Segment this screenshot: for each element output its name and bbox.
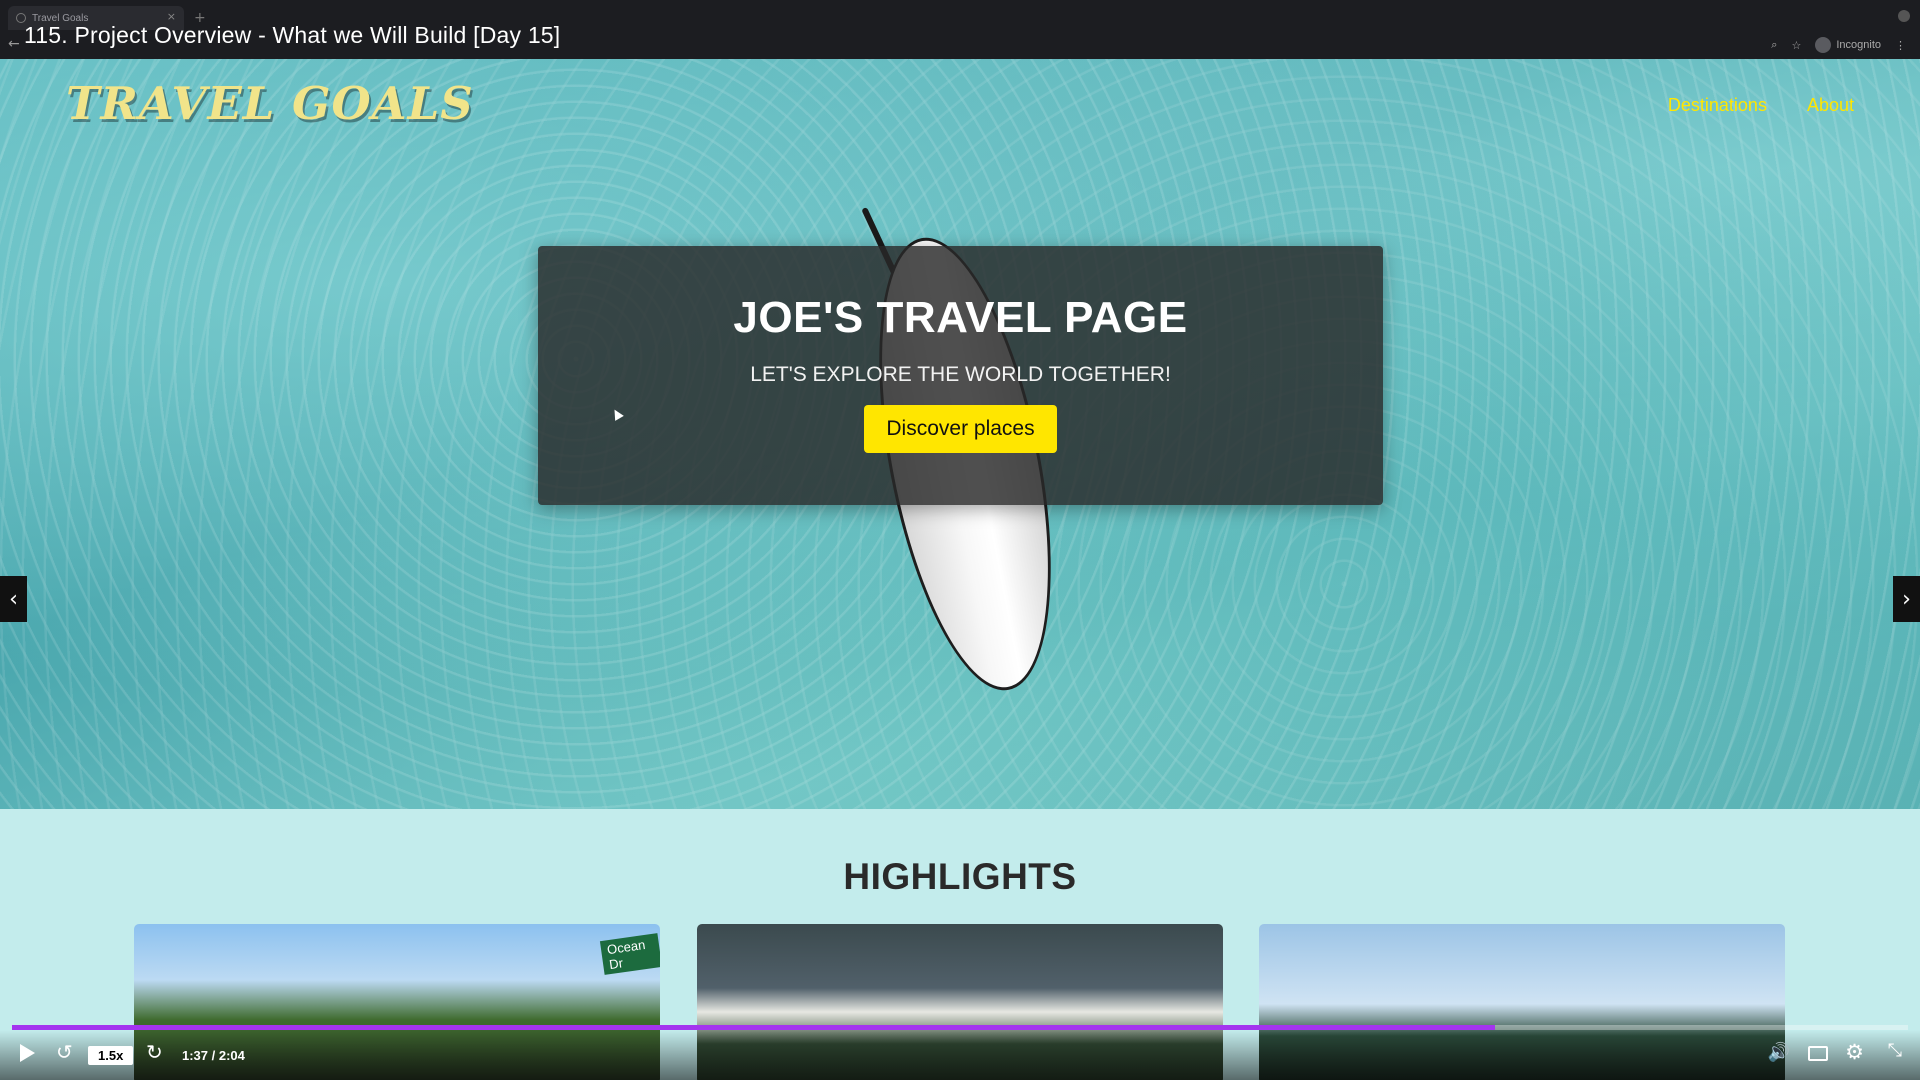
- video-title: 115. Project Overview - What we Will Bui…: [24, 22, 561, 48]
- menu-icon[interactable]: ⋮: [1895, 39, 1906, 52]
- star-icon[interactable]: ☆: [1791, 39, 1801, 52]
- playback-speed-button[interactable]: 1.5x: [88, 1046, 134, 1065]
- hero-title: JOE'S TRAVEL PAGE: [733, 293, 1188, 342]
- back-arrow-icon[interactable]: ←: [8, 36, 20, 52]
- rewind-icon[interactable]: ↺: [56, 1040, 73, 1065]
- settings-icon[interactable]: ⚙: [1845, 1040, 1864, 1065]
- play-icon[interactable]: [20, 1044, 35, 1062]
- hero-subtitle: LET'S EXPLORE THE WORLD TOGETHER!: [750, 363, 1171, 386]
- video-controls: ↺ 1.5x ↻ 1:37 / 2:04 🔊 ⚙ ⤡: [0, 1030, 1920, 1080]
- incognito-icon: [1815, 37, 1832, 53]
- browser-toolbar-right: ⌕ ☆ Incognito ⋮: [1771, 37, 1906, 53]
- zoom-icon[interactable]: ⌕: [1771, 39, 1777, 52]
- nav-link-about[interactable]: About: [1807, 95, 1854, 116]
- slide-next-button[interactable]: ›: [1893, 576, 1920, 622]
- street-sign: Ocean Dr: [599, 933, 660, 975]
- incognito-label: Incognito: [1836, 39, 1881, 51]
- hero-card: JOE'S TRAVEL PAGE LET'S EXPLORE THE WORL…: [538, 246, 1383, 505]
- incognito-badge[interactable]: Incognito: [1815, 37, 1881, 53]
- window-close-icon[interactable]: [1898, 10, 1910, 22]
- site-nav: Destinations About: [1668, 95, 1854, 116]
- discover-places-button[interactable]: Discover places: [864, 405, 1057, 453]
- volume-icon[interactable]: 🔊: [1768, 1042, 1790, 1063]
- slide-prev-button[interactable]: ‹: [0, 576, 27, 622]
- exit-fullscreen-icon[interactable]: ⤡: [1888, 1040, 1902, 1061]
- nav-link-destinations[interactable]: Destinations: [1668, 95, 1767, 116]
- forward-icon[interactable]: ↻: [146, 1040, 163, 1065]
- highlights-title: HIGHLIGHTS: [843, 856, 1077, 897]
- site-logo[interactable]: TRAVEL GOALS: [66, 77, 474, 130]
- hero-section: TRAVEL GOALS Destinations About JOE'S TR…: [0, 59, 1920, 809]
- captions-icon[interactable]: [1808, 1046, 1828, 1061]
- time-display: 1:37 / 2:04: [182, 1048, 245, 1063]
